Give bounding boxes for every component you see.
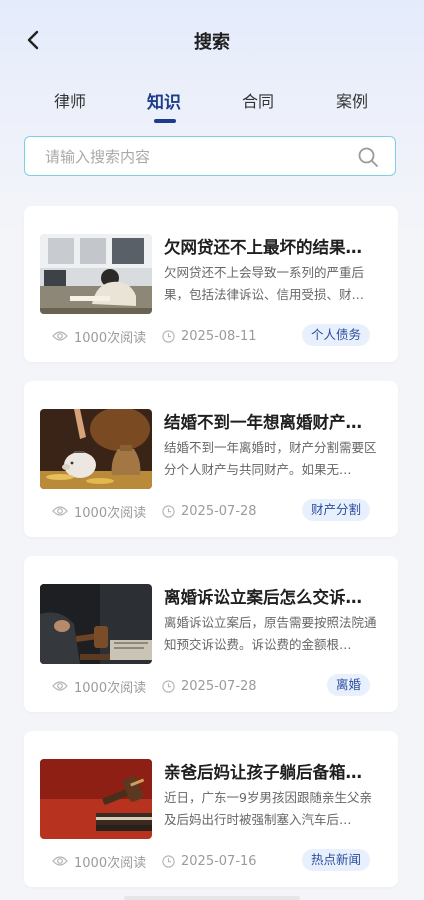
view-count: 1000次阅读	[52, 327, 147, 346]
eye-icon	[52, 506, 68, 516]
category-tag: 离婚	[326, 674, 370, 696]
article-title: 亲爸后妈让孩子躺后备箱…	[164, 763, 362, 782]
article-summary: 欠网贷还不上会导致一系列的严重后果，包括法律诉讼、信用受损、财…	[164, 265, 365, 302]
category-tag: 财产分割	[301, 499, 370, 521]
article-summary: 离婚诉讼立案后，原告需要按照法院通知预交诉讼费。诉讼费的金额根…	[164, 615, 377, 652]
view-count: 1000次阅读	[52, 677, 147, 696]
search-icon[interactable]	[357, 146, 379, 168]
page-title: 搜索	[194, 32, 230, 53]
search-input[interactable]	[43, 137, 367, 176]
view-count: 1000次阅读	[52, 852, 147, 871]
tab-bar: 律师 知识 合同 案例	[0, 86, 424, 130]
tab-lawyer[interactable]: 律师	[30, 88, 110, 112]
date-text: 2025-07-28	[181, 678, 257, 694]
article-title: 结婚不到一年想离婚财产…	[164, 413, 362, 432]
tab-knowledge[interactable]: 知识	[124, 88, 204, 113]
article-summary: 近日，广东一9岁男孩因跟随亲生父亲及后妈出行时被强制塞入汽车后…	[164, 790, 372, 827]
piggy-bank-image	[40, 409, 152, 489]
clock-icon	[162, 504, 175, 518]
article-title: 欠网贷还不上最坏的结果…	[164, 238, 362, 257]
article-card[interactable]: 结婚不到一年想离婚财产… 结婚不到一年离婚时，财产分割需要区分个人财产与共同财产…	[24, 381, 398, 537]
eye-icon	[52, 856, 68, 866]
active-tab-indicator	[154, 119, 176, 123]
publish-date: 2025-07-28	[162, 677, 257, 695]
clock-icon	[162, 679, 175, 693]
category-tag: 热点新闻	[301, 849, 370, 871]
publish-date: 2025-07-28	[162, 502, 257, 520]
header: 搜索	[0, 0, 424, 82]
gavel-on-book-image	[40, 759, 152, 839]
tab-contract[interactable]: 合同	[218, 88, 298, 112]
view-count-text: 1000次阅读	[74, 680, 147, 696]
tab-case[interactable]: 案例	[312, 88, 392, 112]
view-count: 1000次阅读	[52, 502, 147, 521]
date-text: 2025-08-11	[181, 328, 257, 344]
date-text: 2025-07-16	[181, 853, 257, 869]
clock-icon	[162, 854, 175, 868]
publish-date: 2025-07-16	[162, 852, 257, 870]
article-summary: 结婚不到一年离婚时，财产分割需要区分个人财产与共同财产。如果无…	[164, 440, 377, 477]
clock-icon	[162, 329, 175, 343]
date-text: 2025-07-28	[181, 503, 257, 519]
eye-icon	[52, 681, 68, 691]
article-card[interactable]: 欠网贷还不上最坏的结果… 欠网贷还不上会导致一系列的严重后果，包括法律诉讼、信用…	[24, 206, 398, 362]
view-count-text: 1000次阅读	[74, 505, 147, 521]
view-count-text: 1000次阅读	[74, 330, 147, 346]
search-box[interactable]	[24, 136, 396, 176]
view-count-text: 1000次阅读	[74, 855, 147, 871]
article-card[interactable]: 离婚诉讼立案后怎么交诉… 离婚诉讼立案后，原告需要按照法院通知预交诉讼费。诉讼费…	[24, 556, 398, 712]
category-tag: 个人债务	[301, 324, 370, 346]
home-indicator	[124, 896, 300, 900]
office-worker-image	[40, 234, 152, 314]
gavel-image	[40, 584, 152, 664]
publish-date: 2025-08-11	[162, 327, 257, 345]
article-title: 离婚诉讼立案后怎么交诉…	[164, 588, 362, 607]
eye-icon	[52, 331, 68, 341]
article-card[interactable]: 亲爸后妈让孩子躺后备箱… 近日，广东一9岁男孩因跟随亲生父亲及后妈出行时被强制塞…	[24, 731, 398, 887]
